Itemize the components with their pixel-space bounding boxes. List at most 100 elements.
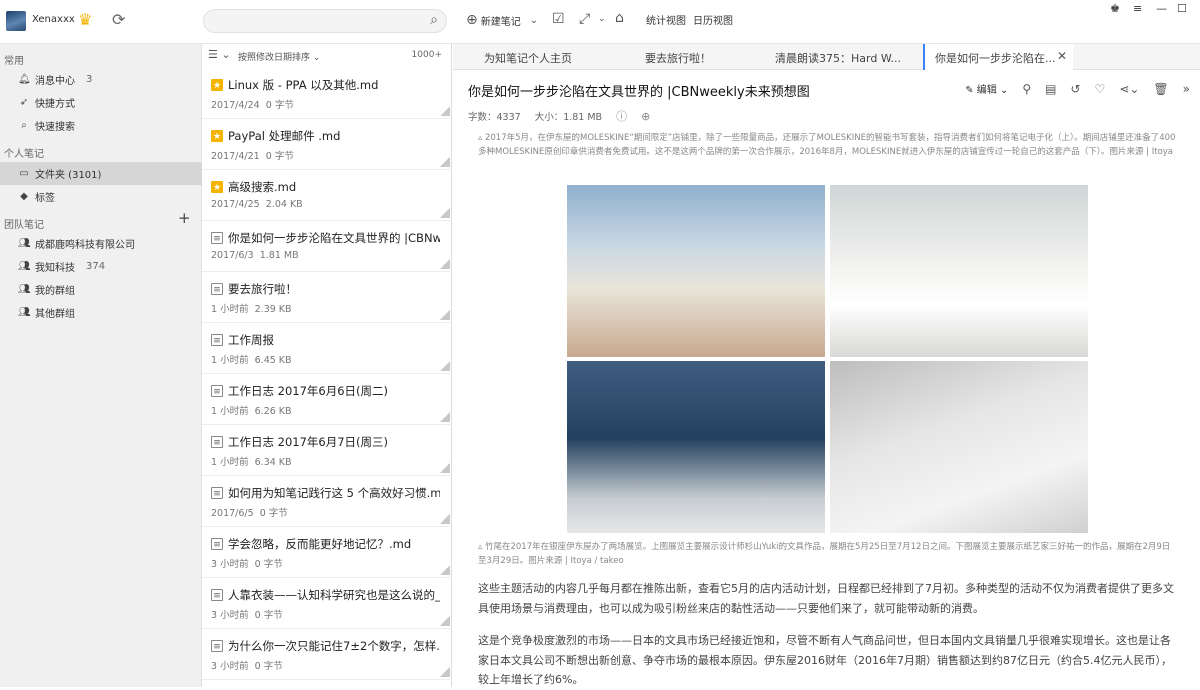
note-list-item[interactable]: ★ Linux 版 - PPA 以及其他.md 2017/4/24 0 字节 (202, 68, 452, 119)
sidebar-item-label: 快捷方式 (35, 99, 75, 110)
new-note-label: 新建笔记 (480, 16, 521, 28)
note-list-item[interactable]: ≡ 工作周报 1 小时前 6.45 KB (202, 323, 452, 374)
sidebar-item-team-1[interactable]: 👥︎ 成都鹿鸣科技有限公司 (0, 232, 202, 255)
sidebar-item-count: 374 (86, 261, 106, 272)
tab-morning-reading[interactable]: 清晨朗读375：Hard W... (763, 44, 913, 70)
comment-icon[interactable]: ▤ (1045, 82, 1056, 96)
note-date: 3 小时前 (211, 610, 249, 621)
new-note-button[interactable]: ⊕ 新建笔记 ⌄ (466, 12, 538, 28)
edit-button[interactable]: ✎ 编辑 ⌄ (965, 81, 1008, 96)
avatar[interactable] (6, 11, 26, 31)
note-date: 1 小时前 (211, 457, 249, 468)
document-meta: 字数：4337 大小：1.81 MB ⓘ ⊕ (468, 108, 650, 124)
tab-personal-home[interactable]: 为知笔记个人主页 (453, 44, 603, 70)
sort-dropdown[interactable]: 按照修改日期排序 ⌄ (238, 50, 320, 63)
note-list-item[interactable]: ≡ 学会忽略，反而能更好地记忆？.md 3 小时前 0 字节 (202, 527, 452, 578)
tab-label: 你是如何一步步沦陷在... (935, 52, 1056, 65)
sidebar-item-tags[interactable]: ◆ 标签 (0, 185, 202, 208)
sidebar-item-label: 我知科技 (35, 263, 75, 274)
group-icon: 👥︎ (18, 284, 31, 295)
tab-label: 为知笔记个人主页 (484, 52, 572, 65)
note-size: 0 字节 (265, 151, 294, 162)
search-input[interactable] (214, 10, 414, 32)
note-list-item[interactable]: ≡ 如何用为知笔记践行这 5 个高效好习惯.md 2017/6/5 0 字节 (202, 476, 452, 527)
note-title: 高级搜索.md (228, 180, 297, 194)
crown-icon[interactable]: ♛ (78, 10, 92, 29)
add-group-icon[interactable]: + (178, 209, 191, 227)
note-list-item[interactable]: ★ PayPal 处理邮件 .md 2017/4/21 0 字节 (202, 119, 452, 170)
note-meta: 2017/4/25 2.04 KB (211, 199, 303, 210)
attachment-icon[interactable]: ⚲ (1022, 82, 1031, 96)
note-list-item[interactable]: ≡ 工作日志 2017年6月6日(周二) 1 小时前 6.26 KB (202, 374, 452, 425)
note-list-item[interactable]: ≡ 你是如何一步步沦陷在文具世界的 |CBNw... 2017/6/3 1.81 M… (202, 221, 452, 272)
chevron-down-icon[interactable]: ⌄ (530, 15, 538, 26)
menu-icon[interactable]: ≡ (1133, 2, 1142, 15)
resize-icon[interactable]: ⤢ (579, 11, 590, 27)
stats-view-link[interactable]: 统计视图 (646, 12, 686, 27)
note-size: 0 字节 (254, 610, 283, 621)
note-size: 6.26 KB (254, 406, 292, 417)
search-icon[interactable]: ⌕ (430, 12, 438, 28)
note-meta: 3 小时前 0 字节 (211, 607, 283, 621)
note-list-item[interactable]: ≡ 要去旅行啦！ 1 小时前 2.39 KB (202, 272, 452, 323)
maximize-icon[interactable]: ☐ (1177, 2, 1187, 15)
list-view-icon[interactable]: ☰ ⌄ (208, 48, 231, 61)
username[interactable]: Xenaxxx (32, 14, 75, 25)
tab-travel[interactable]: 要去旅行啦！ (603, 44, 753, 70)
image-caption: ▵ 2017年5月，在伊东屋的MOLESKINE“期间限定”店铺里，除了一些限量… (478, 133, 1176, 157)
close-icon[interactable]: ✕ (1057, 49, 1067, 63)
like-icon[interactable]: ♡ (1095, 82, 1106, 96)
search-icon: ⌕ (21, 120, 27, 131)
note-title: 工作周报 (228, 333, 274, 347)
note-meta: 3 小时前 0 字节 (211, 658, 283, 672)
sidebar-item-folders[interactable]: ▭ 文件夹 (3101) (0, 162, 202, 185)
resize-corner-icon (440, 310, 450, 320)
tab-current-note[interactable]: 你是如何一步步沦陷在... ✕ (923, 44, 1073, 70)
file-size: 大小：1.81 MB (534, 112, 603, 123)
sidebar-item-my-groups[interactable]: 👥︎ 我的群组 (0, 278, 202, 301)
document-toolbar: ✎ 编辑 ⌄ ⚲ ▤ ↺ ♡ ⋖⌄ 🗑︎ » (965, 81, 1190, 97)
note-list-item[interactable]: ★ 高级搜索.md 2017/4/25 2.04 KB (202, 170, 452, 221)
note-title: PayPal 处理邮件 .md (228, 129, 341, 143)
checkbox-icon[interactable]: ☑ (552, 11, 565, 27)
resize-corner-icon (440, 616, 450, 626)
note-date: 2017/6/5 (211, 508, 254, 519)
sidebar-item-quick-search[interactable]: ⌕ 快速搜索 (0, 114, 202, 137)
chevron-down-icon[interactable]: ⌄ (598, 14, 606, 24)
star-icon: ★ (211, 181, 223, 193)
note-list-item[interactable]: ≡ 工作日志 2017年6月7日(周三) 1 小时前 6.34 KB (202, 425, 452, 476)
more-icon[interactable]: » (1183, 82, 1190, 96)
note-size: 2.39 KB (254, 304, 292, 315)
sidebar-item-messages[interactable]: 🔔︎ 消息中心 3 (0, 68, 202, 91)
sidebar-item-label: 文件夹 (3101) (35, 170, 102, 181)
note-date: 2017/6/3 (211, 250, 254, 261)
note-list-item[interactable]: ≡ 人靠衣装——认知科学研究也是这么说的_... 3 小时前 0 字节 (202, 578, 452, 629)
resize-corner-icon (440, 412, 450, 422)
minimize-icon[interactable]: — (1156, 2, 1167, 15)
bell-icon: 🔔︎ (18, 74, 31, 85)
note-title: 人靠衣装——认知科学研究也是这么说的_... (228, 588, 440, 602)
history-icon[interactable]: ↺ (1070, 82, 1080, 96)
delete-icon[interactable]: 🗑︎ (1153, 82, 1168, 96)
tab-label: 清晨朗读375：Hard W... (775, 52, 901, 65)
document-icon: ≡ (211, 334, 223, 346)
info-icon[interactable]: ⓘ (616, 108, 627, 124)
document-icon: ≡ (211, 436, 223, 448)
sync-icon[interactable]: ⟳ (112, 10, 125, 29)
note-list-item[interactable]: ≡ 为什么你一次只能记住7±2个数字，怎样... 3 小时前 0 字节 (202, 629, 452, 680)
sidebar-item-label: 标签 (35, 193, 55, 204)
share-icon[interactable]: ⋖⌄ (1119, 82, 1139, 96)
note-date: 3 小时前 (211, 661, 249, 672)
document-icon: ≡ (211, 283, 223, 295)
skin-icon[interactable]: ♚ (1110, 2, 1120, 15)
search-box[interactable]: ⌕ (203, 9, 447, 33)
sidebar-item-team-2[interactable]: 👥︎ 我知科技 374 (0, 255, 202, 278)
sidebar-item-other-groups[interactable]: 👥︎ 其他群组 (0, 301, 202, 324)
add-tag-icon[interactable]: ⊕ (641, 110, 650, 123)
calendar-view-link[interactable]: 日历视图 (693, 12, 733, 27)
home-icon[interactable]: ⌂ (615, 10, 624, 26)
sidebar-item-shortcuts[interactable]: ➶ 快捷方式 (0, 91, 202, 114)
note-meta: 2017/6/5 0 字节 (211, 505, 288, 519)
note-title: 为什么你一次只能记住7±2个数字，怎样... (228, 639, 440, 653)
paragraph: 这是个竞争极度激烈的市场——日本的文具市场已经接近饱和，尽管不断有人气商品问世，… (478, 634, 1172, 686)
